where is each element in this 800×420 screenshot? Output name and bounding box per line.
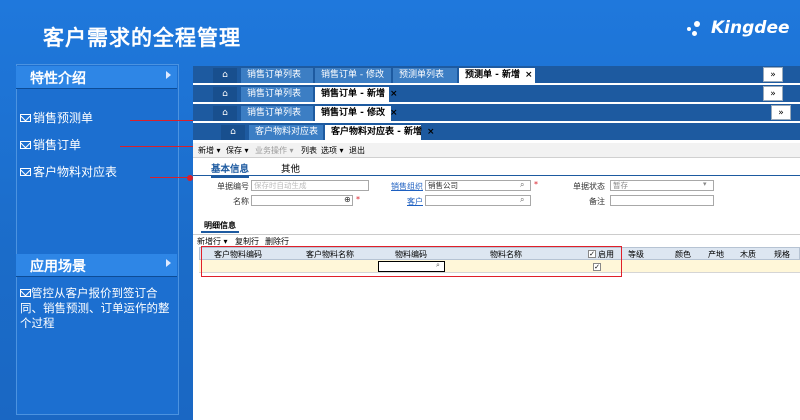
name-input[interactable] [251, 195, 353, 206]
features-heading-bar[interactable]: 特性介绍 [16, 66, 177, 89]
tab-forecast-new[interactable]: 预测单 - 新增 × [459, 68, 535, 83]
detail-tab[interactable]: 明细信息 [201, 220, 239, 233]
search-icon[interactable]: ⌕ [520, 195, 524, 205]
scenario-heading-bar[interactable]: 应用场景 [16, 254, 177, 277]
col-origin[interactable]: 产地 [708, 249, 724, 260]
search-icon[interactable]: ⌕ [520, 180, 524, 190]
close-icon: × [525, 70, 533, 80]
col-wood[interactable]: 木质 [740, 249, 756, 260]
tab-order-edit[interactable]: 销售订单 - 修改 × [315, 106, 398, 121]
required-mark: * [356, 195, 360, 204]
feature-label: 客户物料对应表 [33, 165, 118, 179]
scenario-item: 管控从客户报价到签订合同、销售预测、订单运作的整个过程 [20, 286, 175, 331]
envelope-icon [20, 289, 31, 297]
sales-org-input[interactable]: 销售公司 [425, 180, 531, 191]
slide-title: 客户需求的全程管理 [43, 26, 241, 50]
tab-order-list[interactable]: 销售订单列表 [241, 106, 313, 121]
customer-input[interactable] [425, 195, 531, 206]
home-icon[interactable]: ⌂ [213, 87, 237, 102]
feature-label: 销售订单 [33, 138, 82, 152]
chevron-right-icon [166, 71, 171, 79]
feature-item-material-map[interactable]: 客户物料对应表 [20, 163, 117, 180]
required-mark: * [534, 180, 538, 189]
feature-label: 销售预测单 [33, 111, 94, 125]
tab-order-new[interactable]: 销售订单 - 新增 × [315, 87, 398, 102]
col-color[interactable]: 颜色 [675, 249, 691, 260]
kingdee-logo: Kingdee [687, 18, 790, 38]
home-icon[interactable]: ⌂ [213, 106, 237, 121]
collapse-button[interactable]: » [763, 67, 783, 82]
tab-basic-info[interactable]: 基本信息 [211, 161, 250, 178]
home-icon[interactable]: ⌂ [213, 68, 237, 83]
logo-text: Kingdee [711, 18, 790, 38]
bill-no-label: 单据编号 [217, 182, 249, 191]
tab-material-map-new[interactable]: 客户物料对应表 - 新增 × [325, 125, 435, 140]
close-icon: × [427, 127, 435, 137]
tab-order-list[interactable]: 销售订单列表 [241, 87, 313, 102]
tab-other[interactable]: 其他 [281, 161, 300, 175]
save-button[interactable]: 保存 ▾ [226, 145, 249, 156]
tab-order-list[interactable]: 销售订单列表 [241, 68, 313, 83]
tab-order-edit[interactable]: 销售订单 - 修改 [315, 68, 391, 83]
envelope-icon [20, 167, 31, 176]
chevron-right-icon [166, 259, 171, 267]
col-spec[interactable]: 规格 [774, 249, 790, 260]
logo-dots-icon [687, 18, 705, 38]
collapse-button[interactable]: » [763, 86, 783, 101]
list-button[interactable]: 列表 [301, 145, 317, 156]
feature-item-forecast[interactable]: 销售预测单 [20, 109, 93, 126]
new-button[interactable]: 新增 ▾ [198, 145, 221, 156]
tab-row-3: ⌂ 销售订单列表 销售订单 - 修改 × » [193, 104, 800, 121]
form-tabs: 基本信息 其他 [193, 158, 800, 178]
collapse-button[interactable]: » [771, 105, 791, 120]
tab-row-1: ⌂ 销售订单列表 销售订单 - 修改 预测单列表 预测单 - 新增 × » [193, 66, 800, 83]
options-button[interactable]: 选项 ▾ [321, 145, 344, 156]
tab-forecast-list[interactable]: 预测单列表 [393, 68, 457, 83]
envelope-icon [20, 113, 31, 122]
remark-input[interactable] [610, 195, 714, 206]
bill-no-input[interactable]: 保存时自动生成 [251, 180, 369, 191]
status-label: 单据状态 [573, 182, 605, 191]
name-label: 名称 [233, 197, 249, 206]
features-heading: 特性介绍 [30, 71, 86, 87]
customer-label: 客户 [407, 197, 423, 206]
home-icon[interactable]: ⌂ [221, 125, 245, 140]
status-select[interactable]: 暂存 [610, 180, 714, 191]
chevron-down-icon: ▾ [703, 180, 707, 188]
close-icon: × [390, 108, 398, 118]
feature-item-order[interactable]: 销售订单 [20, 136, 81, 153]
envelope-icon [20, 140, 31, 149]
remark-label: 备注 [589, 197, 605, 206]
business-op-button[interactable]: 业务操作 ▾ [255, 145, 294, 156]
scenario-text: 管控从客户报价到签订合同、销售预测、订单运作的整个过程 [20, 286, 170, 330]
erp-window: ⌂ 销售订单列表 销售订单 - 修改 预测单列表 预测单 - 新增 × » ⌂ 销… [193, 66, 800, 420]
sales-org-label: 销售组织 [391, 182, 423, 191]
tab-row-4: ⌂ 客户物料对应表 客户物料对应表 - 新增 × [193, 123, 800, 140]
col-grade[interactable]: 等级 [628, 249, 644, 260]
exit-button[interactable]: 退出 [349, 145, 365, 156]
scenario-heading: 应用场景 [30, 259, 86, 275]
globe-icon[interactable]: ⊕ [344, 195, 351, 204]
highlight-box [201, 246, 622, 277]
tab-material-map[interactable]: 客户物料对应表 [249, 125, 323, 140]
toolbar: 新增 ▾ 保存 ▾ 业务操作 ▾ 列表 选项 ▾ 退出 [193, 143, 800, 158]
tab-row-2: ⌂ 销售订单列表 销售订单 - 新增 × » [193, 85, 800, 102]
connector-line-material [150, 177, 190, 178]
close-icon: × [390, 89, 398, 99]
